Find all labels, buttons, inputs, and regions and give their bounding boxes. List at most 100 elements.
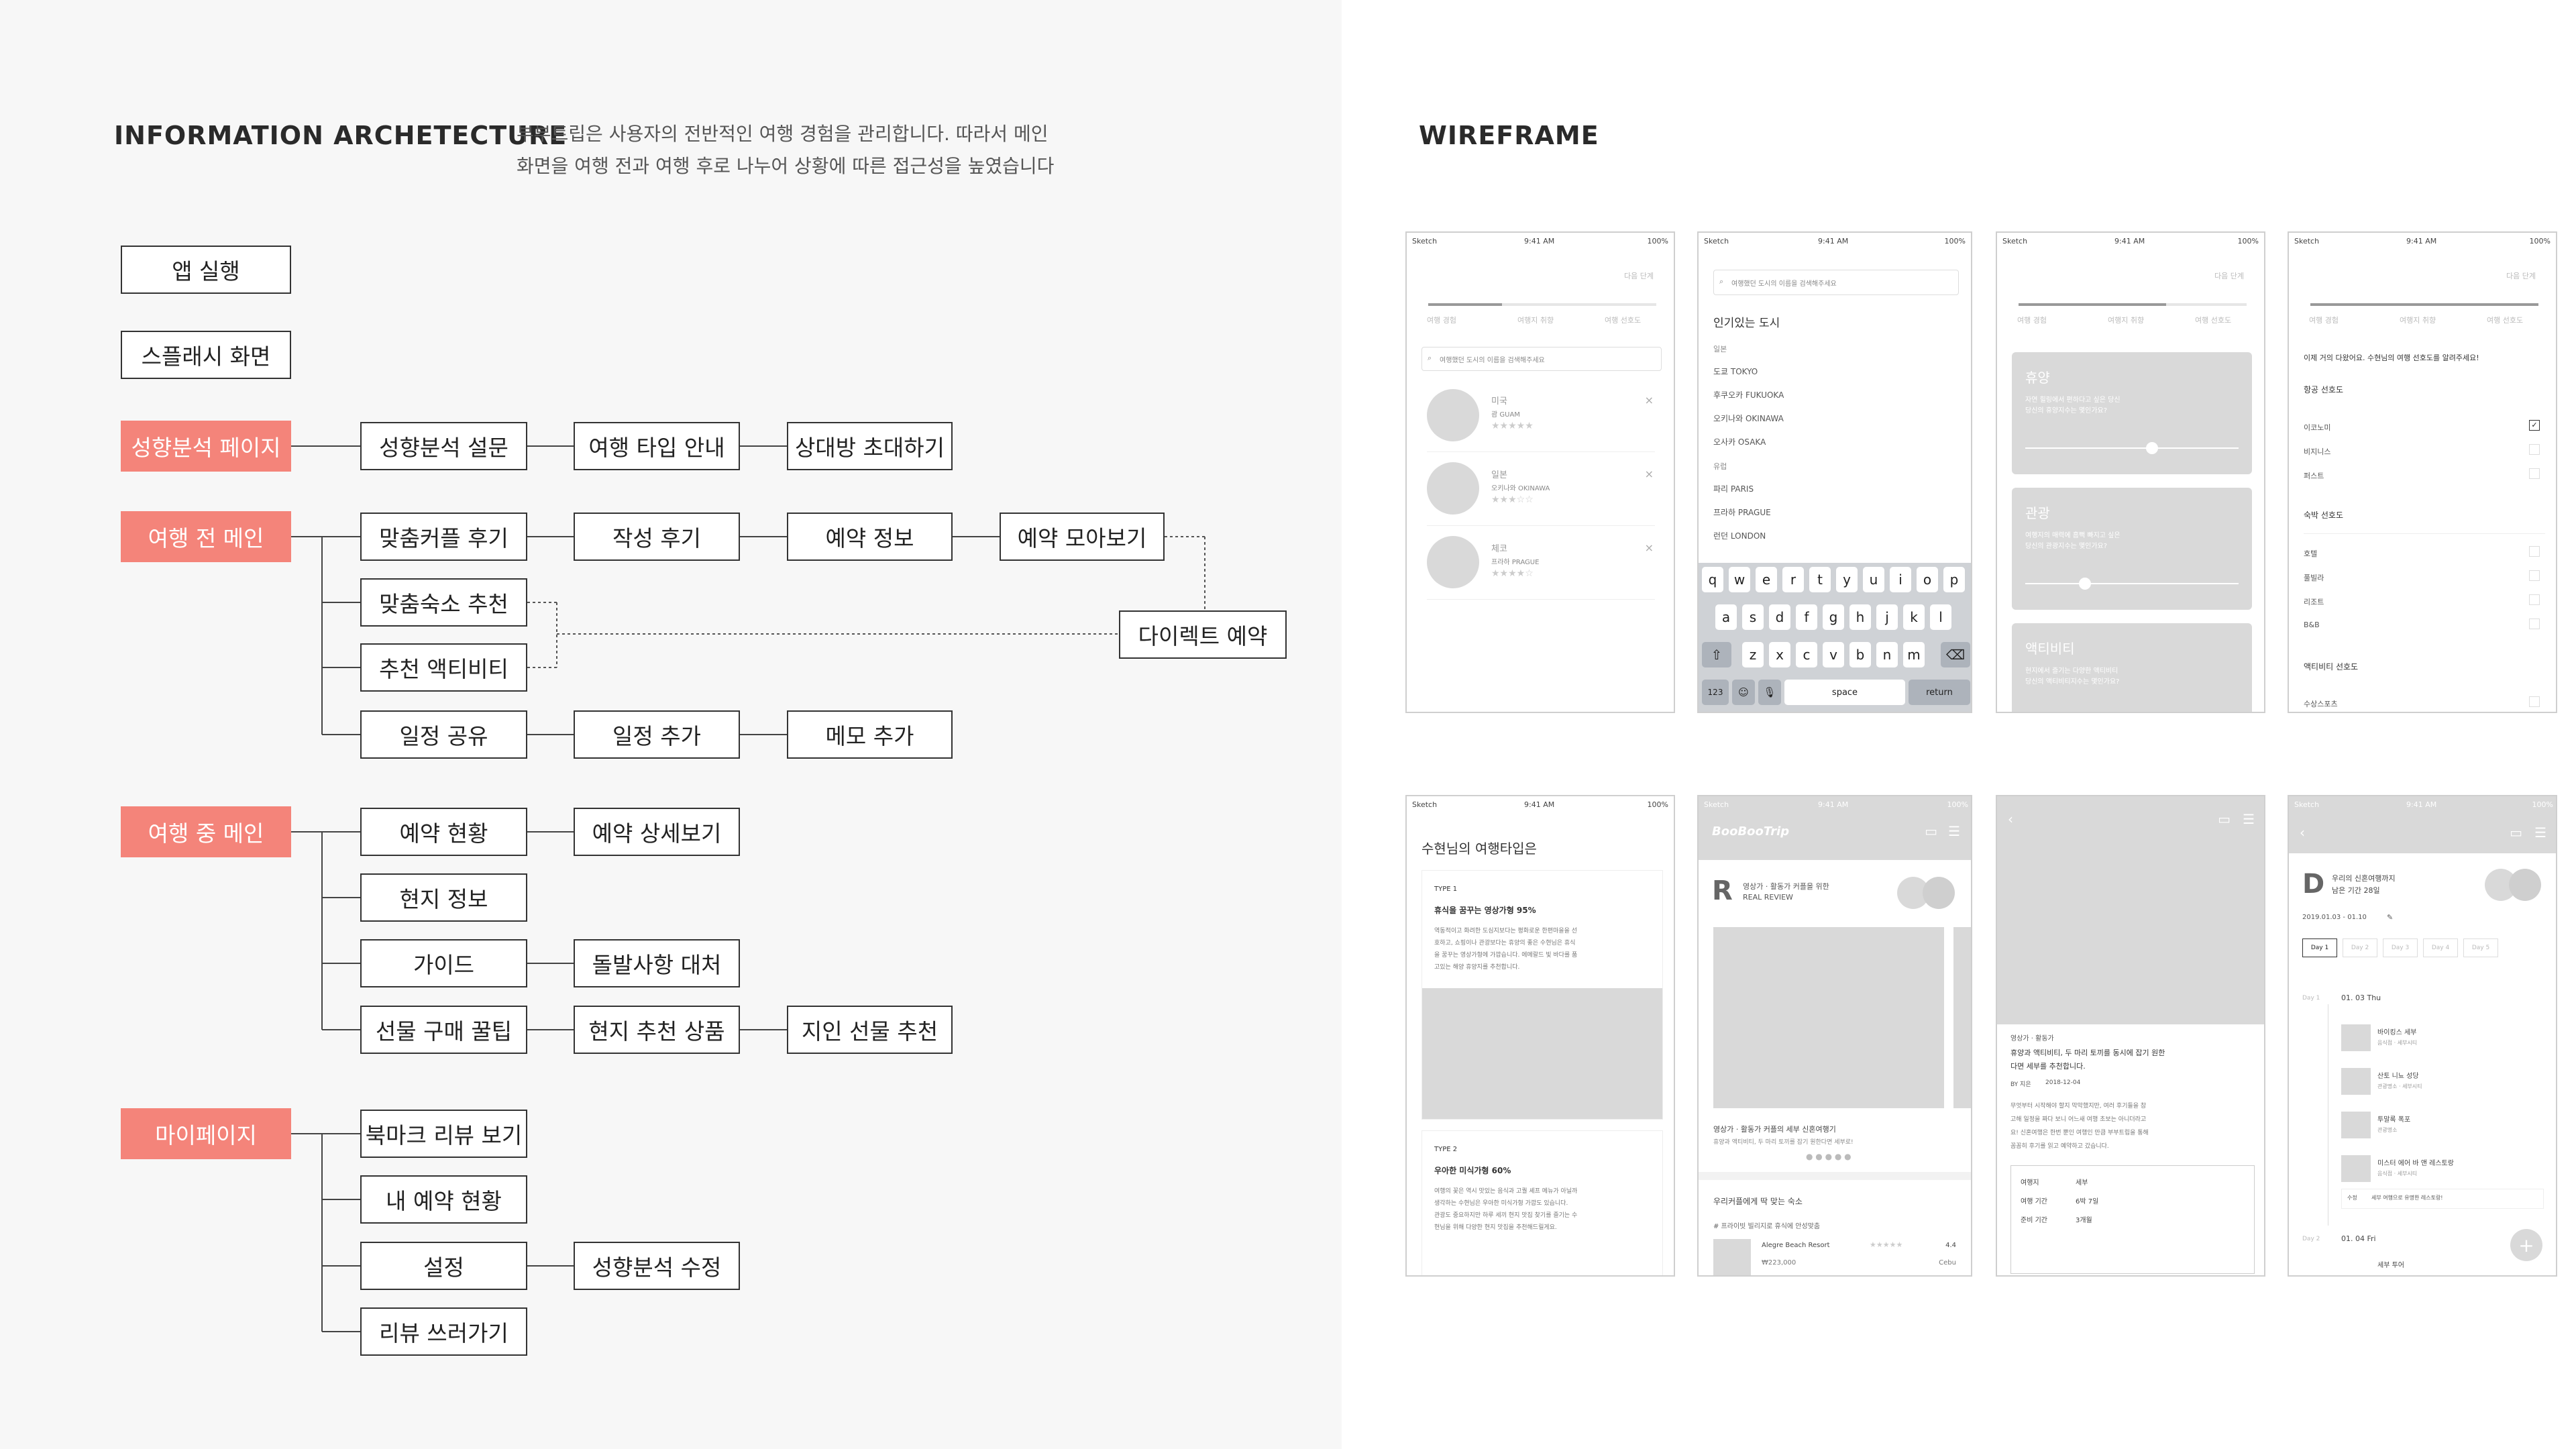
ia-section-mypage: 마이페이지	[121, 1108, 291, 1159]
key[interactable]: s	[1742, 604, 1764, 630]
city-option[interactable]: 오키나와 OKINAWA	[1713, 413, 1784, 424]
key[interactable]: k	[1903, 604, 1925, 630]
key[interactable]: f	[1796, 604, 1817, 630]
key[interactable]: j	[1876, 604, 1898, 630]
checkbox[interactable]	[2529, 619, 2540, 629]
rating-stars[interactable]: ★★★★☆	[1491, 568, 1534, 579]
city-option[interactable]: 런던 LONDON	[1713, 530, 1766, 541]
key[interactable]: v	[1823, 642, 1844, 667]
progress-fill	[2019, 303, 2166, 306]
key[interactable]: q	[1702, 567, 1723, 592]
search-input[interactable]: ⌕ 여행했던 도시의 이름을 검색해주세요	[1421, 347, 1662, 371]
review-author: BY 지은	[2010, 1081, 2031, 1088]
place-title[interactable]: 미스터 에어 바 앤 레스토랑	[2377, 1157, 2454, 1167]
key[interactable]: z	[1742, 642, 1764, 667]
day-tab[interactable]: Day 4	[2423, 938, 2458, 957]
remove-icon[interactable]: ×	[1645, 468, 1654, 480]
key[interactable]: l	[1930, 604, 1951, 630]
key[interactable]: y	[1836, 567, 1858, 592]
next-step-button[interactable]: 다음 단계	[2506, 270, 2536, 281]
place-title[interactable]: 바이킹스 세부	[2377, 1026, 2416, 1036]
menu-icon[interactable]: ☰	[2534, 824, 2546, 841]
key[interactable]: g	[1823, 604, 1844, 630]
group-title: 숙박 선호도	[2304, 511, 2344, 520]
key[interactable]: a	[1715, 604, 1737, 630]
rating-stars[interactable]: ★★★★★	[1491, 421, 1534, 431]
hotel-name[interactable]: Alegre Beach Resort	[1762, 1242, 1830, 1249]
info-value: 세부	[2076, 1179, 2088, 1187]
step-label: 여행지 취향	[2108, 316, 2145, 325]
day-tab[interactable]: Day 2	[2343, 938, 2377, 957]
back-icon[interactable]: ‹	[2008, 811, 2013, 827]
checkbox[interactable]	[2529, 696, 2540, 707]
remove-icon[interactable]: ×	[1645, 541, 1654, 554]
key[interactable]: h	[1849, 604, 1871, 630]
card-title: 액티비티	[2025, 641, 2075, 657]
key[interactable]: u	[1863, 567, 1884, 592]
key[interactable]: p	[1943, 567, 1965, 592]
ia-node-guide: 가이드	[360, 939, 527, 987]
memo-label[interactable]: 수정	[2347, 1194, 2357, 1201]
search-input[interactable]: ⌕ 여행했던 도시의 이름을 검색해주세요	[1713, 270, 1959, 295]
ia-node-stay-rec: 맞춤숙소 추천	[360, 578, 527, 627]
city-option[interactable]: 프라하 PRAGUE	[1713, 506, 1771, 518]
key[interactable]: c	[1796, 642, 1817, 667]
key[interactable]: x	[1769, 642, 1790, 667]
return-key[interactable]: return	[1909, 680, 1970, 705]
shift-icon[interactable]: ⇧	[1702, 642, 1731, 667]
wireframe-phone-checkbox-preferences: Sketch 9:41 AM 100% 다음 단계 여행 경험 여행지 취향 여…	[2288, 231, 2557, 713]
city-option[interactable]: 오사카 OSAKA	[1713, 436, 1766, 447]
calendar-icon[interactable]: ▭	[2510, 824, 2522, 841]
calendar-icon[interactable]: ▭	[1925, 823, 1937, 839]
day-tab[interactable]: Day 5	[2463, 938, 2498, 957]
checkbox[interactable]	[2529, 444, 2540, 455]
calendar-icon[interactable]: ▭	[2218, 811, 2231, 827]
place-title[interactable]: 세부 투어	[2377, 1259, 2404, 1269]
menu-icon[interactable]: ☰	[1948, 823, 1960, 839]
key[interactable]: b	[1849, 642, 1871, 667]
emoji-icon[interactable]: ☺	[1732, 680, 1755, 705]
city-option[interactable]: 도쿄 TOKYO	[1713, 366, 1758, 377]
review-subheading: REAL REVIEW	[1743, 893, 1793, 902]
key[interactable]: d	[1769, 604, 1790, 630]
numbers-key[interactable]: 123	[1702, 680, 1729, 705]
checkbox[interactable]	[2529, 546, 2540, 557]
review-image[interactable]	[1713, 927, 1944, 1108]
key[interactable]: e	[1756, 567, 1777, 592]
key[interactable]: w	[1729, 567, 1750, 592]
key[interactable]: i	[1890, 567, 1911, 592]
key[interactable]: m	[1903, 642, 1925, 667]
memo-box: 수정 세부 여행으로 유명한 레스토랑!	[2341, 1189, 2544, 1209]
slider-handle[interactable]	[2079, 578, 2091, 590]
key[interactable]: t	[1809, 567, 1831, 592]
add-schedule-button[interactable]: +	[2510, 1229, 2542, 1261]
back-icon[interactable]: ‹	[2300, 824, 2305, 841]
wireframe-phone-travel-type-result: Sketch 9:41 AM 100% 수현님의 여행타입은 TYPE 1 휴식…	[1405, 795, 1675, 1277]
place-title[interactable]: 투말록 폭포	[2377, 1114, 2410, 1124]
slider-handle[interactable]	[2146, 442, 2158, 454]
city-option[interactable]: 후쿠오카 FUKUOKA	[1713, 389, 1784, 400]
checkbox-checked[interactable]: ✓	[2529, 420, 2540, 431]
ia-node-add-memo: 메모 추가	[787, 710, 953, 759]
backspace-icon[interactable]: ⌫	[1941, 642, 1970, 667]
ia-node-emergency: 돌발사항 대처	[574, 939, 740, 987]
space-key[interactable]: space	[1784, 680, 1905, 705]
day-tab[interactable]: Day 3	[2383, 938, 2418, 957]
next-step-button[interactable]: 다음 단계	[2214, 270, 2244, 281]
key[interactable]: r	[1782, 567, 1804, 592]
ia-node-edit-personality: 성향분석 수정	[574, 1242, 740, 1290]
next-step-button[interactable]: 다음 단계	[1624, 270, 1654, 281]
checkbox[interactable]	[2529, 468, 2540, 479]
rating-stars[interactable]: ★★★☆☆	[1491, 494, 1534, 505]
day-tab[interactable]: Day 1	[2302, 938, 2337, 957]
microphone-icon[interactable]: 🎙	[1758, 680, 1781, 705]
menu-icon[interactable]: ☰	[2243, 811, 2255, 827]
checkbox[interactable]	[2529, 570, 2540, 581]
key[interactable]: n	[1876, 642, 1898, 667]
edit-icon[interactable]: ✎	[2387, 913, 2393, 922]
remove-icon[interactable]: ×	[1645, 394, 1654, 407]
city-option[interactable]: 파리 PARIS	[1713, 483, 1754, 494]
checkbox[interactable]	[2529, 594, 2540, 605]
key[interactable]: o	[1917, 567, 1938, 592]
place-title[interactable]: 산토 니뇨 성당	[2377, 1070, 2419, 1080]
